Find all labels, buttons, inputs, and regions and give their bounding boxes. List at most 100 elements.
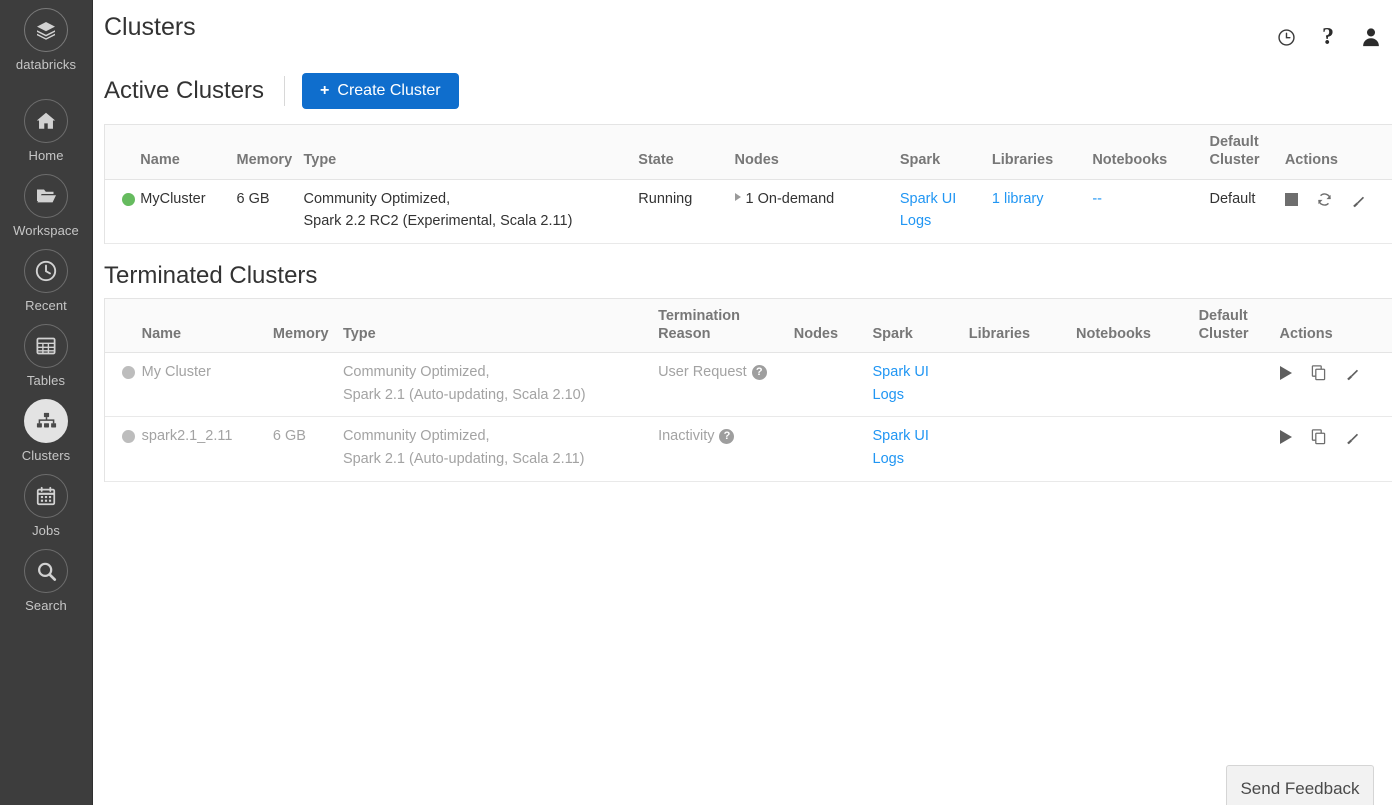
clone-icon[interactable]	[1310, 428, 1327, 445]
page-title: Clusters	[104, 13, 196, 41]
col-default-cluster-line2: Cluster	[1209, 151, 1260, 168]
col-notebooks: Notebooks	[1070, 298, 1193, 354]
sidebar: databricks Home Workspace Recent Tables …	[0, 0, 93, 805]
logs-link[interactable]: Logs	[900, 210, 980, 233]
cluster-type: Community Optimized, Spark 2.2 RC2 (Expe…	[297, 179, 633, 244]
termination-reason: Inactivity?	[652, 416, 788, 482]
cluster-spark-links: Spark UI Logs	[866, 416, 963, 482]
calendar-icon	[24, 474, 68, 518]
cluster-actions	[1273, 416, 1392, 482]
col-actions: Actions	[1278, 125, 1392, 180]
sidebar-item-jobs[interactable]: Jobs	[0, 474, 93, 537]
col-default-cluster: Default Cluster	[1203, 125, 1279, 180]
create-cluster-button[interactable]: + Create Cluster	[302, 73, 459, 109]
clone-icon[interactable]	[1310, 364, 1327, 381]
start-icon[interactable]	[1279, 365, 1292, 380]
send-feedback-button[interactable]: Send Feedback	[1226, 765, 1374, 805]
col-termination-reason-line2: Reason	[658, 325, 711, 342]
col-notebooks: Notebooks	[1086, 125, 1204, 180]
sidebar-item-home[interactable]: Home	[0, 99, 93, 162]
cluster-name[interactable]: spark2.1_2.11	[135, 416, 267, 482]
restart-icon[interactable]	[1316, 191, 1333, 208]
configure-icon[interactable]	[1351, 191, 1368, 208]
help-badge-icon[interactable]: ?	[719, 429, 735, 445]
sidebar-item-clusters[interactable]: Clusters	[0, 399, 93, 462]
help-icon[interactable]: ?	[1322, 25, 1334, 49]
account-icon[interactable]	[1360, 26, 1382, 48]
logs-link[interactable]: Logs	[873, 384, 957, 407]
clock-icon	[24, 249, 68, 293]
cluster-name[interactable]: My Cluster	[135, 352, 267, 418]
search-icon	[24, 549, 68, 593]
termination-reason: User Request?	[652, 352, 788, 418]
configure-icon[interactable]	[1345, 428, 1362, 445]
cluster-nodes[interactable]: 1 On-demand	[728, 179, 894, 244]
cluster-memory	[266, 352, 337, 418]
spark-ui-link[interactable]: Spark UI	[873, 425, 957, 448]
help-badge-icon[interactable]: ?	[751, 365, 767, 381]
configure-icon[interactable]	[1345, 364, 1362, 381]
termination-reason-label: User Request	[658, 364, 747, 381]
expand-nodes-icon[interactable]	[734, 192, 741, 201]
col-memory: Memory	[266, 298, 337, 354]
col-memory: Memory	[230, 125, 298, 180]
stop-icon[interactable]	[1284, 192, 1298, 206]
cluster-libraries	[962, 352, 1071, 418]
sidebar-item-label-jobs: Jobs	[32, 523, 60, 538]
terminated-table-header-row: Name Memory Type Termination Reason Node…	[105, 298, 1392, 354]
cluster-default: Default	[1203, 179, 1279, 244]
cluster-notebooks	[1070, 352, 1193, 418]
logs-link[interactable]: Logs	[873, 448, 957, 471]
status-cell	[105, 416, 136, 482]
sidebar-item-search[interactable]: Search	[0, 549, 93, 612]
spark-ui-link[interactable]: Spark UI	[873, 361, 957, 384]
terminated-clusters-table-wrap: Name Memory Type Termination Reason Node…	[104, 297, 1392, 482]
start-icon[interactable]	[1279, 429, 1292, 444]
sidebar-item-recent[interactable]: Recent	[0, 249, 93, 312]
cluster-type-line1: Community Optimized,	[303, 190, 451, 207]
sidebar-item-tables[interactable]: Tables	[0, 324, 93, 387]
col-termination-reason-line1: Termination	[658, 307, 740, 324]
sidebar-item-label-tables: Tables	[26, 373, 66, 388]
col-nodes: Nodes	[787, 298, 867, 354]
terminated-clusters-title: Terminated Clusters	[104, 261, 318, 289]
col-default-cluster: Default Cluster	[1192, 298, 1274, 354]
cluster-type-line1: Community Optimized,	[342, 428, 490, 445]
status-cell	[105, 179, 135, 244]
cluster-type-line2: Spark 2.1 (Auto-updating, Scala 2.11)	[342, 451, 585, 468]
col-nodes: Nodes	[728, 125, 894, 180]
cluster-state: Running	[632, 179, 729, 244]
active-clusters-header: Active Clusters + Create Cluster	[93, 62, 1392, 114]
sidebar-item-workspace[interactable]: Workspace	[0, 174, 93, 237]
notebooks-link[interactable]: --	[1092, 191, 1102, 207]
history-icon[interactable]	[1277, 28, 1296, 47]
col-libraries: Libraries	[962, 298, 1071, 354]
cluster-default	[1192, 416, 1274, 482]
header-divider	[284, 76, 286, 106]
spark-ui-link[interactable]: Spark UI	[900, 188, 980, 211]
cluster-nodes	[787, 416, 867, 482]
top-bar: Clusters ?	[93, 0, 1392, 62]
col-default-cluster-line2: Cluster	[1198, 325, 1249, 342]
sidebar-item-label-workspace: Workspace	[13, 223, 79, 238]
col-name: Name	[135, 298, 267, 354]
sidebar-item-label-search: Search	[25, 598, 67, 613]
cluster-memory: 6 GB	[266, 416, 337, 482]
clusters-icon	[24, 399, 68, 443]
top-bar-icons: ?	[1277, 14, 1384, 49]
cluster-memory: 6 GB	[230, 179, 298, 244]
table-row: My Cluster Community Optimized, Spark 2.…	[105, 352, 1392, 418]
status-dot-running	[122, 192, 135, 206]
app-root: databricks Home Workspace Recent Tables …	[0, 0, 1392, 805]
cluster-libraries	[962, 416, 1071, 482]
cluster-libraries: 1 library	[985, 179, 1087, 244]
cluster-name[interactable]: MyCluster	[134, 179, 231, 244]
sidebar-brand-databricks[interactable]: databricks	[0, 8, 93, 71]
cluster-type-line2: Spark 2.1 (Auto-updating, Scala 2.10)	[342, 386, 586, 403]
col-type: Type	[336, 298, 653, 354]
cluster-type: Community Optimized, Spark 2.1 (Auto-upd…	[336, 352, 653, 418]
col-actions: Actions	[1273, 298, 1392, 354]
libraries-link[interactable]: 1 library	[992, 191, 1044, 207]
sidebar-item-label-home: Home	[28, 148, 64, 163]
cluster-nodes	[787, 352, 867, 418]
